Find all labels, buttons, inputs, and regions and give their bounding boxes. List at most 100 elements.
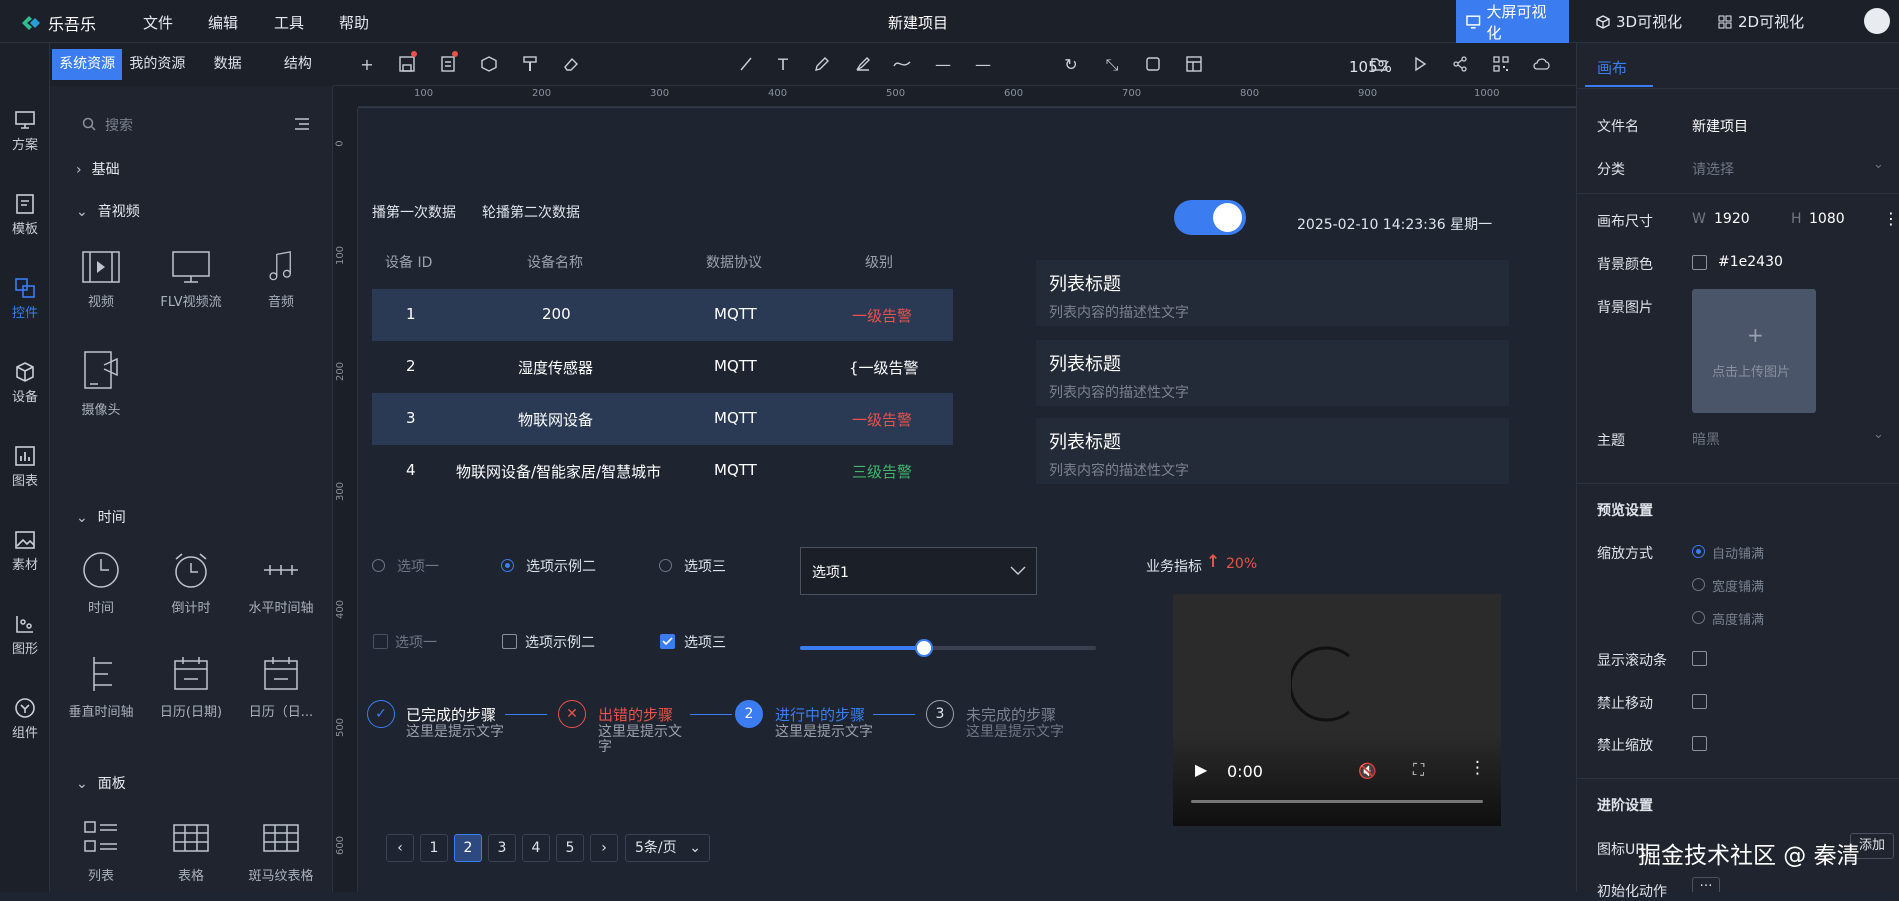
show-scrollbar-checkbox[interactable] [1692, 651, 1707, 666]
eraser-icon[interactable] [562, 56, 580, 74]
checkbox-option-3[interactable] [660, 634, 675, 649]
comp-video[interactable]: 视频 [56, 251, 146, 310]
file-name-value[interactable]: 新建项目 [1692, 116, 1748, 136]
list-menu-icon[interactable] [294, 117, 310, 131]
play-icon[interactable] [1411, 56, 1429, 74]
disable-move-checkbox[interactable] [1692, 694, 1707, 709]
qrcode-icon[interactable] [1492, 56, 1510, 74]
section-av[interactable]: ⌄ 音视频 [76, 201, 140, 221]
checkbox-option-1[interactable] [373, 634, 388, 649]
tab-big-screen[interactable]: 大屏可视化 [1456, 0, 1569, 43]
category-select[interactable]: 请选择 [1692, 159, 1734, 179]
section-time[interactable]: ⌄ 时间 [76, 507, 126, 527]
nav-component[interactable]: 组件 [0, 697, 50, 741]
page-1[interactable]: 1 [420, 834, 448, 862]
pen-icon[interactable] [813, 56, 831, 74]
carousel-label-1[interactable]: 播第一次数据 [372, 202, 456, 222]
height-input[interactable]: 1080 [1809, 211, 1845, 227]
frame-icon[interactable] [1144, 56, 1162, 74]
section-basic[interactable]: › 基础 [76, 159, 120, 179]
line-style-icon[interactable]: — [934, 56, 952, 74]
switch-toggle[interactable] [1174, 200, 1246, 235]
comp-list[interactable]: 列表 [56, 819, 146, 884]
comp-flv[interactable]: FLV视频流 [146, 251, 236, 310]
page-prev[interactable]: ‹ [386, 834, 414, 862]
nav-device[interactable]: 设备 [0, 361, 50, 405]
more-button[interactable]: … [1692, 876, 1720, 892]
share-icon[interactable] [1451, 56, 1469, 74]
comp-calendar-date[interactable]: 日历(日期) [146, 655, 236, 720]
tab-data[interactable]: 数据 [193, 49, 263, 80]
table-row[interactable]: 1 200 MQTT 一级告警 [372, 289, 953, 341]
comp-calendar-day[interactable]: 日历（日... [236, 655, 326, 720]
scale-height-radio[interactable] [1692, 611, 1705, 624]
video-progress-bar[interactable] [1191, 800, 1483, 803]
width-input[interactable]: 1920 [1714, 211, 1750, 227]
menu-tools[interactable]: 工具 [274, 12, 304, 33]
menu-file[interactable]: 文件 [143, 12, 173, 33]
bg-image-upload[interactable]: + 点击上传图片 [1692, 289, 1816, 413]
document-icon[interactable] [439, 56, 457, 74]
carousel-label-2[interactable]: 轮播第二次数据 [482, 202, 580, 222]
table-row[interactable]: 2 湿度传感器 MQTT {一级告警 [372, 341, 953, 393]
page-2[interactable]: 2 [454, 834, 482, 862]
nav-plan[interactable]: 方案 [0, 109, 50, 153]
section-panel[interactable]: ⌄ 面板 [76, 773, 126, 793]
tab-2d[interactable]: 2D可视化 [1708, 0, 1814, 43]
page-5[interactable]: 5 [556, 834, 584, 862]
menu-help[interactable]: 帮助 [339, 12, 369, 33]
avatar[interactable] [1864, 8, 1890, 34]
tab-system-resources[interactable]: 系统资源 [52, 49, 123, 80]
disable-zoom-checkbox[interactable] [1692, 736, 1707, 751]
save-icon[interactable] [398, 56, 416, 74]
bg-color-swatch[interactable] [1692, 255, 1707, 270]
text-tool-icon[interactable]: T [774, 56, 792, 74]
line-end-icon[interactable]: — [974, 56, 992, 74]
video-player[interactable]: ▶ 0:00 🔇 ⛶ ⋮ [1173, 594, 1501, 826]
format-painter-icon[interactable] [521, 56, 539, 74]
tab-canvas[interactable]: 画布 [1597, 57, 1627, 78]
comp-table[interactable]: 表格 [146, 819, 236, 884]
comp-time[interactable]: 时间 [56, 551, 146, 616]
nav-shape[interactable]: 图形 [0, 613, 50, 657]
menu-edit[interactable]: 编辑 [208, 12, 238, 33]
comp-audio[interactable]: 音频 [236, 251, 326, 310]
nav-chart[interactable]: 图表 [0, 445, 50, 489]
tab-my-resources[interactable]: 我的资源 [122, 49, 192, 80]
radio-option-1[interactable] [372, 559, 385, 572]
list-item[interactable]: 列表标题 列表内容的描述性文字 [1036, 340, 1509, 406]
tab-structure[interactable]: 结构 [263, 49, 333, 80]
radio-option-2[interactable] [501, 559, 514, 572]
collapse-icon[interactable]: ⤡ [1103, 56, 1121, 74]
folder-icon[interactable] [1370, 56, 1388, 74]
cube-icon[interactable] [480, 56, 498, 74]
layout-icon[interactable] [1185, 56, 1203, 74]
more-vertical-icon[interactable]: ⋮ [1469, 758, 1486, 778]
cloud-icon[interactable] [1533, 56, 1551, 74]
checkbox-option-2[interactable] [502, 634, 517, 649]
scale-auto-radio[interactable] [1692, 545, 1705, 558]
slider-track[interactable] [800, 639, 1096, 657]
comp-hor-timeline[interactable]: 水平时间轴 [236, 551, 326, 616]
nav-template[interactable]: 模板 [0, 193, 50, 237]
app-logo[interactable]: 乐吾乐 [20, 11, 96, 35]
table-row[interactable]: 4 物联网设备/智能家居/智慧城市 MQTT 三级告警 [372, 445, 953, 497]
tab-3d[interactable]: 3D可视化 [1586, 0, 1692, 43]
page-next[interactable]: › [590, 834, 618, 862]
comp-ver-timeline[interactable]: 垂直时间轴 [56, 655, 146, 720]
comp-camera[interactable]: 摄像头 [56, 351, 146, 418]
radio-option-3[interactable] [659, 559, 672, 572]
comp-countdown[interactable]: 倒计时 [146, 551, 236, 616]
select-dropdown[interactable]: 选项1 [800, 547, 1037, 595]
page-4[interactable]: 4 [522, 834, 550, 862]
list-item[interactable]: 列表标题 列表内容的描述性文字 [1036, 418, 1509, 484]
curve-icon[interactable] [893, 56, 911, 74]
refresh-icon[interactable]: ↻ [1062, 56, 1080, 74]
add-icon[interactable]: + [358, 56, 376, 74]
brush-icon[interactable] [854, 56, 872, 74]
more-vertical-icon[interactable]: ⋮ [1883, 209, 1899, 228]
nav-controls[interactable]: 控件 [0, 277, 50, 321]
table-row[interactable]: 3 物联网设备 MQTT 一级告警 [372, 393, 953, 445]
comp-zebra-table[interactable]: 斑马纹表格 [236, 819, 326, 884]
list-item[interactable]: 列表标题 列表内容的描述性文字 [1036, 260, 1509, 326]
